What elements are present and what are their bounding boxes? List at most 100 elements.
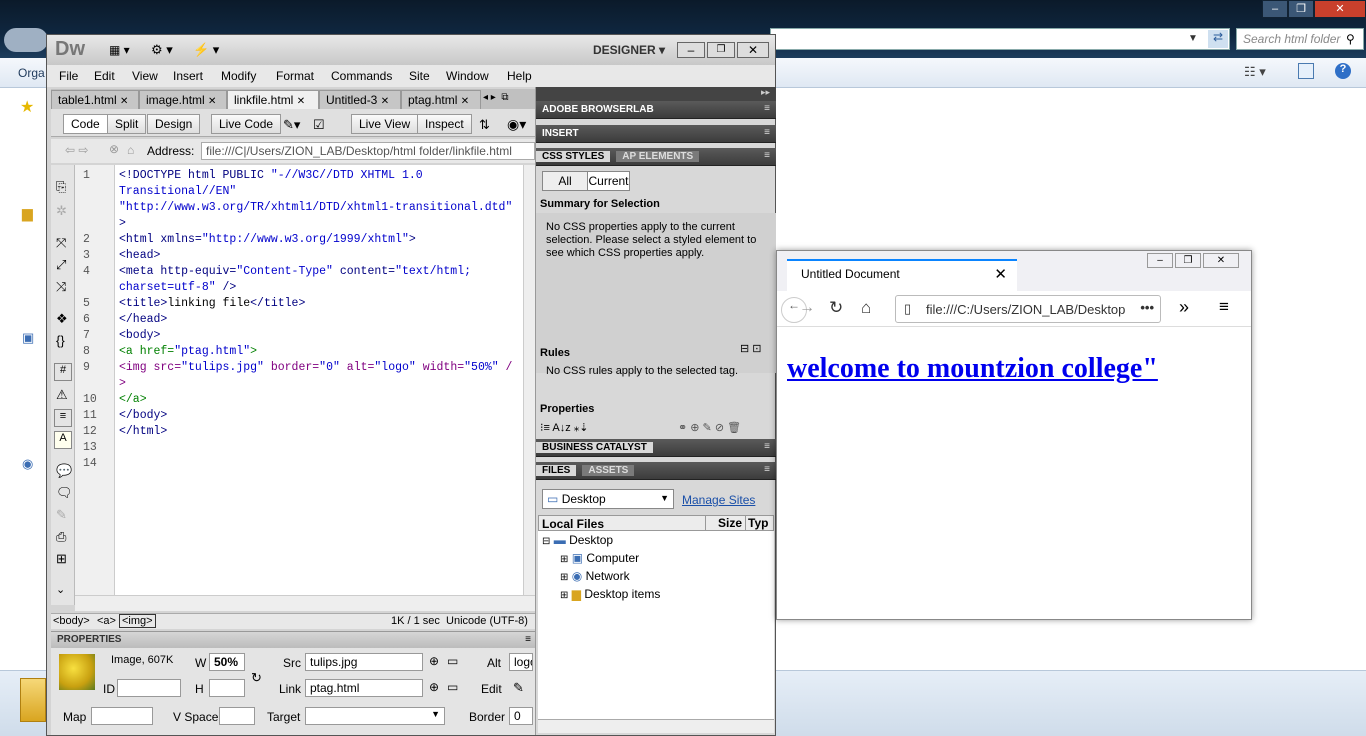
code-view-button[interactable]: Code: [63, 114, 108, 134]
multiscreen-icon[interactable]: ⇅: [479, 117, 490, 133]
live-code-button[interactable]: Live Code: [211, 114, 282, 134]
close-icon[interactable]: ✕: [381, 96, 389, 107]
college-link[interactable]: welcome to mountzion college": [787, 353, 1158, 385]
tab-image[interactable]: image.html ✕: [139, 90, 227, 109]
menu-file[interactable]: File: [59, 69, 78, 83]
gear-icon[interactable]: ⚙ ▾: [151, 42, 173, 58]
close-icon[interactable]: ✕: [297, 96, 305, 107]
files-hscrollbar[interactable]: [538, 719, 774, 733]
restore-icon[interactable]: ❐: [707, 42, 735, 58]
menu-window[interactable]: Window: [446, 69, 489, 83]
tree-item[interactable]: ⊞ ◉ Network: [560, 569, 630, 583]
tab-table1[interactable]: table1.html ✕: [51, 90, 139, 109]
panel-menu-icon[interactable]: ≡: [764, 103, 770, 114]
panel-menu-icon[interactable]: ≡: [764, 150, 770, 161]
height-input[interactable]: [209, 679, 245, 697]
tab-files[interactable]: FILES: [536, 465, 577, 476]
recent-snippets-icon[interactable]: ⎙: [56, 529, 66, 545]
menu-edit[interactable]: Edit: [94, 69, 115, 83]
col-type[interactable]: Typ: [745, 516, 768, 530]
inspect-button[interactable]: Inspect: [417, 114, 472, 134]
split-view-button[interactable]: Split: [107, 114, 147, 134]
live-view-button[interactable]: Live View: [351, 114, 419, 134]
close-icon[interactable]: ✕: [208, 96, 216, 107]
all-button[interactable]: All: [543, 172, 587, 190]
browse-folder-icon[interactable]: ▭: [447, 680, 458, 694]
vspace-input[interactable]: [219, 707, 255, 725]
panel-menu-icon[interactable]: ≡: [764, 464, 770, 475]
business-catalyst-header[interactable]: BUSINESS CATALYST ≡: [536, 439, 776, 457]
collapse-icon[interactable]: ⊟: [542, 536, 550, 547]
refresh-icon[interactable]: ⇄: [1208, 30, 1228, 48]
tab-ap-elements[interactable]: AP ELEMENTS: [616, 151, 700, 162]
design-view-button[interactable]: Design: [147, 114, 201, 134]
tab-assets[interactable]: ASSETS: [582, 465, 635, 476]
site-menu-icon[interactable]: ⚡ ▾: [193, 42, 219, 58]
balance-braces-icon[interactable]: {}: [56, 333, 65, 348]
reload-icon[interactable]: ↻: [829, 298, 843, 318]
point-to-file-icon[interactable]: ⊕: [429, 654, 439, 668]
panel-menu-icon[interactable]: ≡: [764, 441, 770, 452]
menu-view[interactable]: View: [132, 69, 158, 83]
preview-pane-icon[interactable]: [1298, 63, 1314, 79]
width-input[interactable]: 50%: [209, 653, 245, 671]
expand-icon[interactable]: ⊞: [560, 590, 568, 601]
browser-tab[interactable]: Untitled Document ✕: [787, 259, 1017, 291]
search-icon[interactable]: ⚲: [1346, 32, 1355, 46]
open-documents-icon[interactable]: ⎘: [56, 179, 66, 195]
back-forward-buttons[interactable]: [4, 28, 48, 52]
wrap-tag-icon[interactable]: ✎: [56, 507, 67, 523]
src-input[interactable]: tulips.jpg: [305, 653, 423, 671]
browser-check-icon[interactable]: ✎▾: [283, 117, 300, 133]
close-icon[interactable]: ✕: [1203, 253, 1239, 268]
panel-menu-icon[interactable]: ≡: [525, 634, 531, 645]
point-to-file-icon[interactable]: ⊕: [429, 680, 439, 694]
tab-untitled-3[interactable]: Untitled-3 ✕: [319, 90, 401, 109]
tree-item[interactable]: ⊞ ▣ Computer: [560, 551, 639, 565]
home-icon[interactable]: ⌂: [861, 298, 871, 318]
workspace-switcher[interactable]: DESIGNER ▾: [593, 43, 665, 57]
page-actions-icon[interactable]: •••: [1140, 300, 1154, 315]
apply-comment-icon[interactable]: 💬: [56, 463, 72, 479]
word-wrap-icon[interactable]: ≡: [54, 409, 72, 427]
close-icon[interactable]: ✕: [461, 96, 469, 107]
link-input[interactable]: ptag.html: [305, 679, 423, 697]
view-options-icon[interactable]: ☷ ▾: [1244, 64, 1266, 80]
syntax-coloring-icon[interactable]: A: [54, 431, 72, 449]
code-scrollbar[interactable]: [523, 165, 535, 595]
col-local-files[interactable]: Local Files: [542, 517, 604, 531]
explorer-search-input[interactable]: Search html folder: [1236, 28, 1364, 50]
move-css-icon[interactable]: ⊞: [56, 551, 67, 567]
help-icon[interactable]: ?: [1335, 63, 1351, 79]
explorer-address-bar[interactable]: [770, 28, 1230, 50]
minimize-icon[interactable]: –: [677, 42, 705, 58]
insert-panel-header[interactable]: INSERT ≡: [536, 125, 776, 143]
minimize-icon[interactable]: –: [1262, 0, 1288, 18]
tab-linkfile[interactable]: linkfile.html ✕: [227, 90, 319, 109]
close-icon[interactable]: ✕: [994, 265, 1007, 283]
expand-icon[interactable]: ⊞: [560, 554, 568, 565]
browse-folder-icon[interactable]: ▭: [447, 654, 458, 668]
menu-site[interactable]: Site: [409, 69, 430, 83]
col-size[interactable]: Size: [705, 516, 742, 530]
expand-icon[interactable]: ⊞: [560, 572, 568, 583]
close-icon[interactable]: ✕: [120, 96, 128, 107]
minimize-icon[interactable]: –: [1147, 253, 1173, 268]
page-info-icon[interactable]: ▯: [904, 301, 911, 317]
validate-icon[interactable]: ☑: [313, 117, 325, 133]
line-numbers-icon[interactable]: #: [54, 363, 72, 381]
forward-icon[interactable]: →: [799, 299, 815, 317]
site-select[interactable]: ▭ Desktop ▼: [542, 489, 674, 509]
show-code-navigator-icon[interactable]: ✲: [56, 203, 67, 219]
tree-item[interactable]: ⊞ ▆ Desktop items: [560, 587, 660, 601]
target-select[interactable]: ▼: [305, 707, 445, 725]
tag-selector-body[interactable]: <body>: [53, 615, 90, 627]
chevron-down-icon[interactable]: ▼: [1188, 33, 1198, 44]
browserlab-panel-header[interactable]: ADOBE BROWSERLAB ≡: [536, 101, 776, 119]
hamburger-menu-icon[interactable]: ≡: [1219, 297, 1229, 317]
tag-selector-a[interactable]: <a>: [97, 615, 116, 627]
rules-view-icons[interactable]: ⊟ ⊡: [740, 342, 762, 355]
manage-sites-link[interactable]: Manage Sites: [682, 493, 755, 507]
stop-icon[interactable]: ⊗: [109, 142, 119, 156]
highlight-invalid-icon[interactable]: ⚠: [56, 387, 68, 403]
